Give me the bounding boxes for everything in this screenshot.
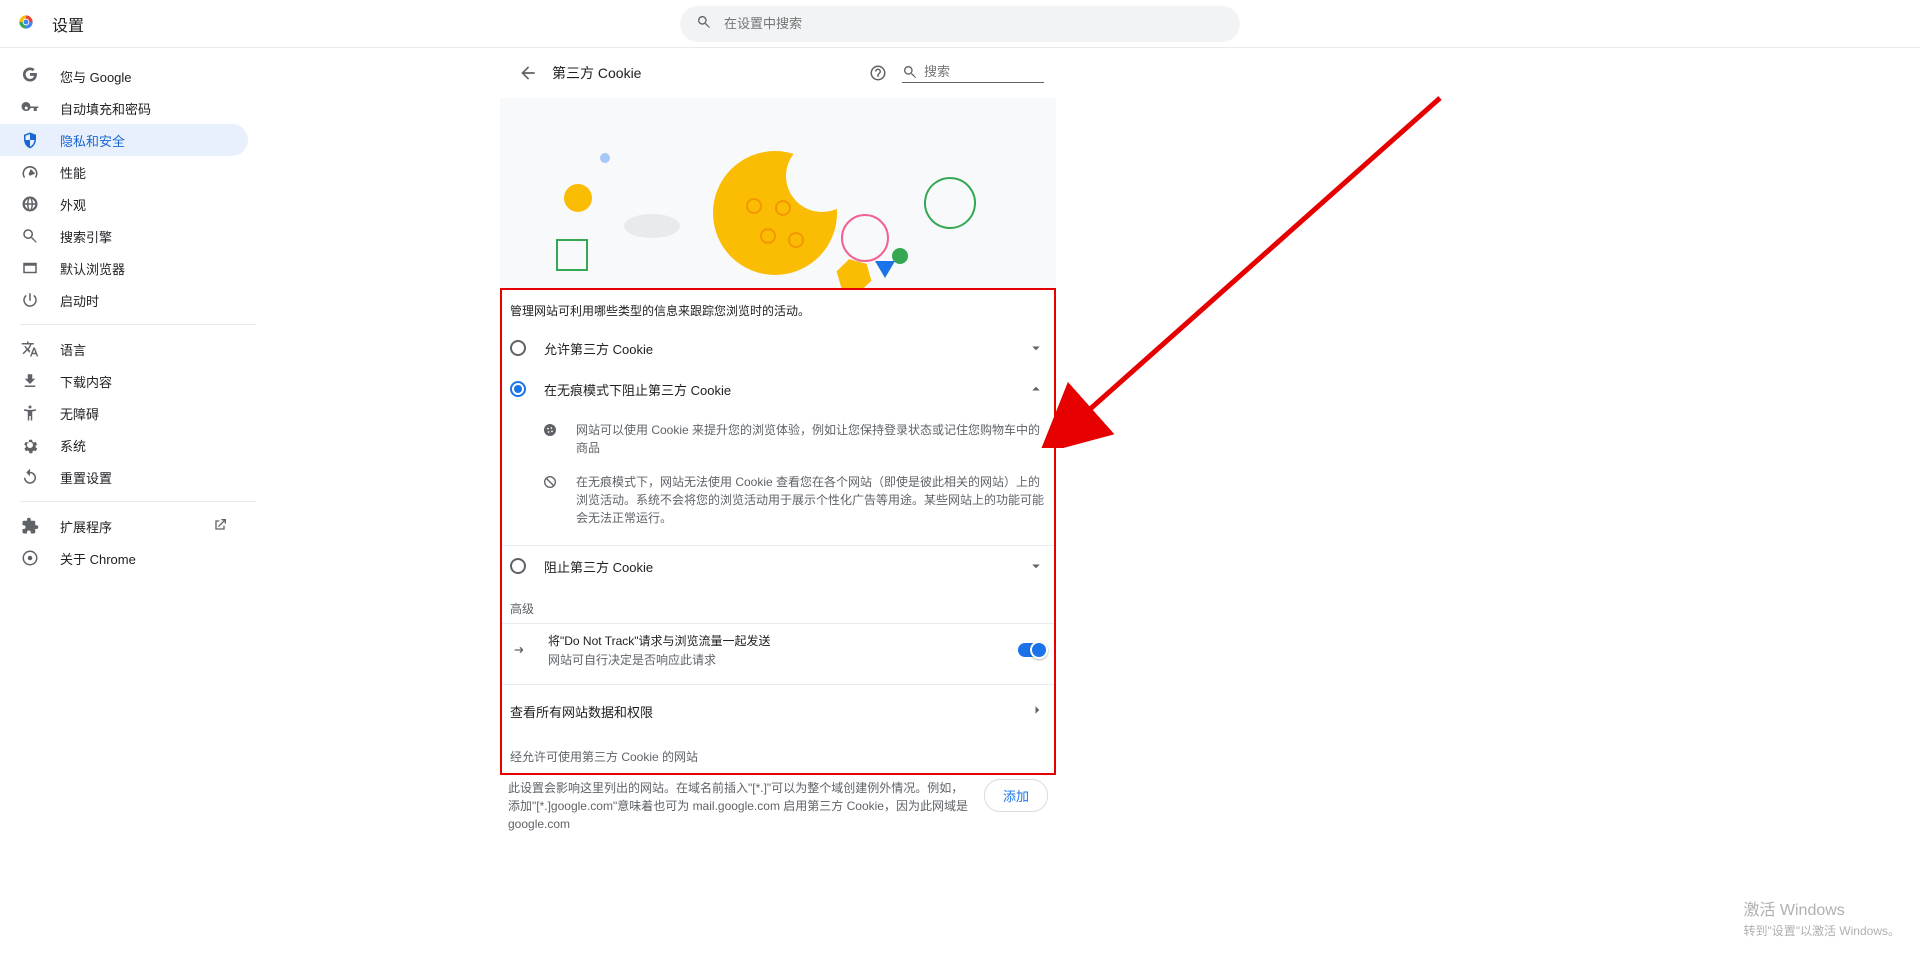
panel-title: 第三方 Cookie [552,63,641,83]
sidebar-item-label: 扩展程序 [60,517,112,536]
sidebar-item-label: 隐私和安全 [60,131,125,150]
sidebar-item-label: 外观 [60,195,86,214]
dnt-subtitle: 网站可自行决定是否响应此请求 [548,651,1018,668]
sidebar-item-label: 自动填充和密码 [60,99,151,118]
sidebar-item-appearance[interactable]: 外观 [0,188,248,220]
option-block-third-party[interactable]: 阻止第三方 Cookie [502,545,1054,586]
detail-text: 网站可以使用 Cookie 来提升您的浏览体验，例如让您保持登录状态或记住您购物… [576,421,1046,457]
option-details: 网站可以使用 Cookie 来提升您的浏览体验，例如让您保持登录状态或记住您购物… [502,409,1054,539]
sidebar: 您与 Google 自动填充和密码 隐私和安全 性能 外观 搜索引擎 [0,48,256,953]
sidebar-item-performance[interactable]: 性能 [0,156,248,188]
block-icon [540,473,560,527]
chevron-down-icon[interactable] [1026,556,1046,576]
sidebar-item-accessibility[interactable]: 无障碍 [0,397,248,429]
allow-header: 经允许可使用第三方 Cookie 的网站 [502,738,1054,765]
sidebar-item-privacy[interactable]: 隐私和安全 [0,124,248,156]
chrome-logo-icon [16,12,52,35]
illustration [500,98,1056,288]
sidebar-separator [20,324,256,325]
detail-item: 网站可以使用 Cookie 来提升您的浏览体验，例如让您保持登录状态或记住您购物… [540,413,1046,465]
add-button[interactable]: 添加 [984,779,1048,812]
dnt-title: 将"Do Not Track"请求与浏览流量一起发送 [548,632,1018,649]
below-text: 此设置会影响这里列出的网站。在域名前插入"[*.]"可以为整个域创建例外情况。例… [508,779,972,833]
help-button[interactable] [864,59,892,87]
sidebar-item-label: 默认浏览器 [60,259,125,278]
search-icon [696,14,724,33]
speedometer-icon [20,162,40,182]
panel-header: 第三方 Cookie [500,48,1056,98]
top-search[interactable] [680,6,1240,42]
view-all-site-data[interactable]: 查看所有网站数据和权限 [502,684,1054,738]
chrome-icon [20,548,40,568]
main-wrap: 第三方 Cookie [256,48,1920,953]
open-external-icon [212,517,228,536]
panel-search[interactable] [902,64,1044,83]
page-title: 设置 [52,12,84,36]
option-block-incognito[interactable]: 在无痕模式下阻止第三方 Cookie [502,368,1054,409]
reset-icon [20,467,40,487]
sidebar-item-extensions[interactable]: 扩展程序 [0,510,248,542]
sidebar-item-label: 搜索引擎 [60,227,112,246]
key-icon [20,98,40,118]
chevron-right-icon [1028,701,1046,722]
below-section: 此设置会影响这里列出的网站。在域名前插入"[*.]"可以为整个域创建例外情况。例… [500,775,1056,833]
sidebar-item-label: 关于 Chrome [60,549,136,568]
extension-icon [20,516,40,536]
search-icon [20,226,40,246]
sidebar-item-on-startup[interactable]: 启动时 [0,284,248,316]
dnt-toggle[interactable] [1018,643,1046,657]
sidebar-item-label: 语言 [60,340,86,359]
sidebar-item-label: 下载内容 [60,372,112,391]
chevron-down-icon[interactable] [1026,338,1046,358]
accessibility-icon [20,403,40,423]
sidebar-item-downloads[interactable]: 下载内容 [0,365,248,397]
download-icon [20,371,40,391]
translate-icon [20,339,40,359]
radio-unchecked[interactable] [510,340,526,356]
layout: 您与 Google 自动填充和密码 隐私和安全 性能 外观 搜索引擎 [0,48,1920,953]
sidebar-item-default-browser[interactable]: 默认浏览器 [0,252,248,284]
sidebar-item-label: 启动时 [60,291,99,310]
sidebar-item-about-chrome[interactable]: 关于 Chrome [0,542,248,574]
option-allow-third-party[interactable]: 允许第三方 Cookie [502,327,1054,368]
advanced-heading: 高级 [502,586,1054,623]
sidebar-item-label: 无障碍 [60,404,99,423]
panel-search-input[interactable] [924,64,1044,79]
option-label: 阻止第三方 Cookie [544,557,1026,576]
option-label: 允许第三方 Cookie [544,339,1026,358]
sidebar-item-system[interactable]: 系统 [0,429,248,461]
cookie-icon [540,421,560,457]
sidebar-item-label: 系统 [60,436,86,455]
chevron-up-icon[interactable] [1026,379,1046,399]
option-label: 在无痕模式下阻止第三方 Cookie [544,380,1026,399]
sidebar-item-reset[interactable]: 重置设置 [0,461,248,493]
google-icon [20,66,40,86]
view-all-label: 查看所有网站数据和权限 [510,702,1028,721]
browser-icon [20,258,40,278]
shield-icon [20,130,40,150]
detail-item: 在无痕模式下，网站无法使用 Cookie 查看您在各个网站（即使是彼此相关的网站… [540,465,1046,535]
sidebar-item-languages[interactable]: 语言 [0,333,248,365]
highlight-box: 管理网站可利用哪些类型的信息来跟踪您浏览时的活动。 允许第三方 Cookie 在… [500,288,1056,775]
panel: 第三方 Cookie [500,48,1056,953]
description: 管理网站可利用哪些类型的信息来跟踪您浏览时的活动。 [502,290,1054,327]
sidebar-item-label: 重置设置 [60,468,112,487]
sidebar-item-you-and-google[interactable]: 您与 Google [0,60,248,92]
top-search-input[interactable] [724,16,1224,31]
sidebar-item-search-engine[interactable]: 搜索引擎 [0,220,248,252]
sidebar-separator [20,501,256,502]
detail-text: 在无痕模式下，网站无法使用 Cookie 查看您在各个网站（即使是彼此相关的网站… [576,473,1046,527]
globe-icon [20,194,40,214]
power-icon [20,290,40,310]
radio-unchecked[interactable] [510,558,526,574]
send-icon [510,642,530,658]
dnt-row[interactable]: 将"Do Not Track"请求与浏览流量一起发送 网站可自行决定是否响应此请… [502,623,1054,676]
sidebar-item-autofill[interactable]: 自动填充和密码 [0,92,248,124]
radio-checked[interactable] [510,381,526,397]
top-bar: 设置 [0,0,1920,48]
gear-icon [20,435,40,455]
back-button[interactable] [512,57,544,89]
sidebar-item-label: 性能 [60,163,86,182]
sidebar-item-label: 您与 Google [60,67,132,86]
